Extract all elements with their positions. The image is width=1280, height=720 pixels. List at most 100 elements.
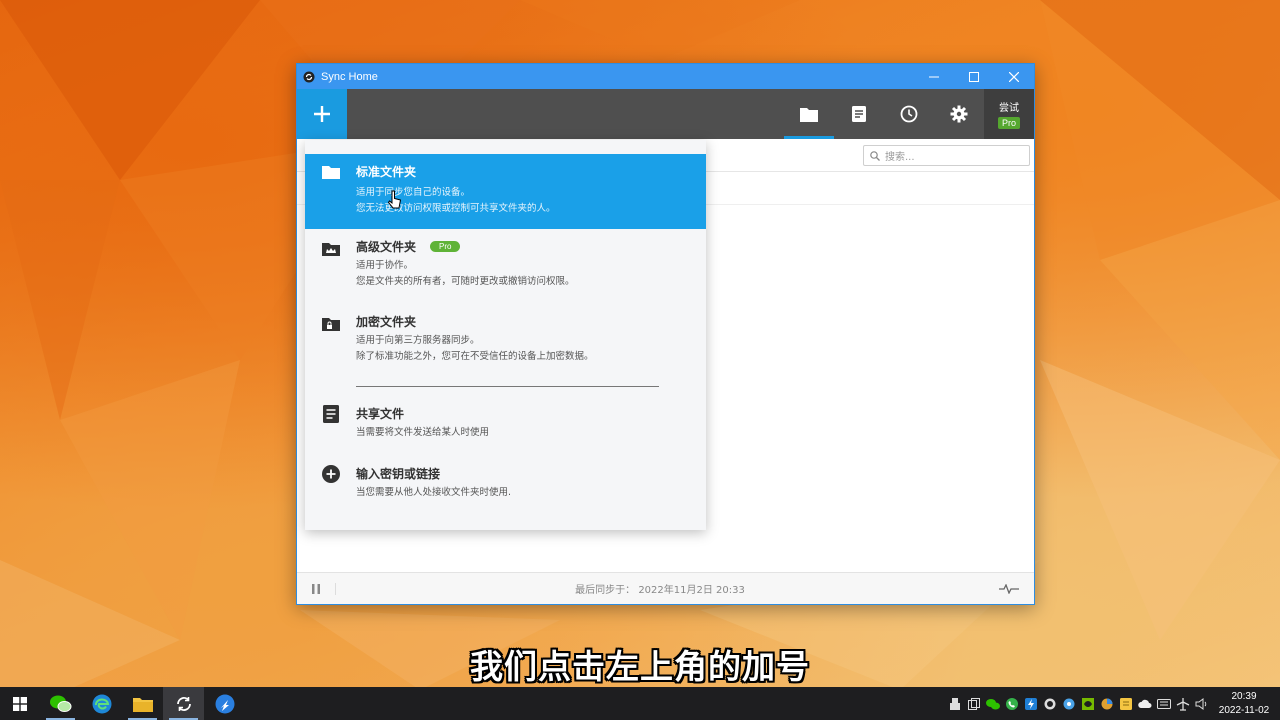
lightning-icon: [1025, 697, 1037, 710]
search-icon: [870, 150, 880, 161]
menu-item-desc: 当需要将文件发送给某人时使用: [356, 427, 490, 438]
trial-label: 尝试: [999, 103, 1019, 114]
tray-item[interactable]: [986, 697, 1000, 711]
video-subtitle: 我们点击左上角的加号: [470, 647, 810, 686]
plus-icon: [314, 106, 330, 122]
menu-item-desc: 适用于向第三方服务器同步。: [356, 335, 480, 346]
menu-item-title: 高级文件夹: [356, 240, 417, 254]
cloud-icon: [1138, 699, 1152, 708]
sync-icon: [176, 696, 191, 711]
taskbar-app-blue[interactable]: [204, 687, 245, 720]
tray-item[interactable]: [1157, 697, 1171, 711]
file-icon: [323, 405, 339, 423]
taskbar-edge[interactable]: [81, 687, 122, 720]
tray-item[interactable]: [1100, 697, 1114, 711]
tab-settings[interactable]: [934, 89, 984, 139]
status-bar: 最后同步于： 2022年11月2日 20:33: [297, 572, 1034, 604]
menu-item-advanced-folder[interactable]: 高级文件夹 Pro 适用于协作。 您是文件夹的所有者，可随时更改或撤销访问权限。: [305, 238, 706, 298]
tab-files[interactable]: [834, 89, 884, 139]
menu-item-desc: 您是文件夹的所有者，可随时更改或撤销访问权限。: [356, 276, 575, 287]
nvidia-icon: [1082, 697, 1094, 710]
tray-item[interactable]: [1005, 697, 1019, 711]
menu-item-title: 加密文件夹: [356, 315, 417, 329]
main-toolbar: 尝试 Pro: [297, 89, 1034, 146]
menu-item-desc: 当您需要从他人处接收文件夹时使用.: [356, 487, 512, 498]
encrypted-folder-icon: [322, 318, 340, 331]
search-input[interactable]: 搜索...: [863, 145, 1030, 166]
close-button[interactable]: [994, 64, 1034, 89]
airplane-icon: [1176, 697, 1190, 711]
tab-history[interactable]: [884, 89, 934, 139]
taskbar-sync-app[interactable]: [163, 687, 204, 720]
phone-icon: [1006, 697, 1018, 710]
window-title: Sync Home: [321, 70, 378, 83]
menu-item-enter-key-or-link[interactable]: 输入密钥或链接 当您需要从他人处接收文件夹时使用.: [305, 465, 706, 505]
tray-item[interactable]: [1062, 697, 1076, 711]
colorful-ball-icon: [1101, 698, 1113, 709]
tray-item[interactable]: [967, 697, 981, 711]
sync-icon: [1044, 698, 1056, 709]
menu-item-desc: 除了标准功能之外，您可在不受信任的设备上加密数据。: [356, 351, 594, 362]
file-explorer-icon: [132, 697, 153, 712]
taskbar: 20:39 2022-11-02: [0, 687, 1280, 720]
menu-item-desc: 适用于同步您自己的设备。: [356, 187, 471, 198]
title-bar: Sync Home: [297, 64, 1034, 89]
tray-item[interactable]: [1119, 697, 1133, 711]
advanced-folder-icon: [322, 243, 340, 256]
add-folder-menu: 标准文件夹 适用于同步您自己的设备。 您无法更改访问权限或控制可共享文件夹的人。…: [305, 140, 706, 530]
tray-item[interactable]: [948, 697, 962, 711]
window-copy-icon: [968, 697, 980, 710]
folder-icon: [800, 108, 818, 122]
activity-pulse-icon: [999, 583, 1019, 594]
volume-icon: [1195, 697, 1207, 710]
pro-badge: Pro: [997, 117, 1020, 129]
tray-item[interactable]: [1081, 697, 1095, 711]
system-clock[interactable]: 20:39 2022-11-02: [1214, 690, 1274, 718]
pause-icon: [312, 583, 320, 594]
keyboard-icon: [1157, 698, 1171, 709]
search-placeholder: 搜索...: [885, 152, 915, 163]
tray-item[interactable]: [1043, 697, 1057, 711]
last-sync-text: 最后同步于： 2022年11月2日 20:33: [575, 585, 745, 596]
usb-icon: [950, 697, 960, 710]
close-icon: [1009, 71, 1019, 82]
menu-item-title: 共享文件: [356, 407, 405, 421]
trial-pro-button[interactable]: 尝试 Pro: [984, 89, 1034, 139]
clock-date: 2022-11-02: [1218, 704, 1270, 716]
clock-icon: [900, 105, 918, 123]
wechat-icon: [49, 695, 71, 712]
tray-item[interactable]: [1176, 697, 1190, 711]
system-tray: 20:39 2022-11-02: [948, 690, 1280, 718]
maximize-button[interactable]: [954, 64, 994, 89]
pause-button[interactable]: [297, 583, 335, 594]
activity-button[interactable]: [984, 583, 1034, 594]
add-circle-icon: [322, 465, 340, 483]
pro-badge: Pro: [430, 241, 461, 252]
add-button[interactable]: [297, 89, 347, 146]
blue-app-icon: [215, 694, 234, 713]
tray-item[interactable]: [1138, 697, 1152, 711]
windows-logo-icon: [13, 696, 27, 711]
start-button[interactable]: [0, 687, 40, 720]
tab-folders[interactable]: [784, 89, 834, 139]
menu-item-standard-folder[interactable]: 标准文件夹 适用于同步您自己的设备。 您无法更改访问权限或控制可共享文件夹的人。: [305, 154, 706, 229]
settings-tray-icon: [1063, 698, 1075, 709]
document-icon: [852, 106, 866, 122]
folder-icon: [322, 166, 340, 179]
clock-time: 20:39: [1231, 690, 1257, 702]
taskbar-file-explorer[interactable]: [122, 687, 163, 720]
menu-item-share-file[interactable]: 共享文件 当需要将文件发送给某人时使用: [305, 405, 706, 445]
wechat-icon: [986, 698, 1000, 709]
menu-divider: [356, 386, 659, 387]
minimize-button[interactable]: [914, 64, 954, 89]
menu-item-desc: 适用于协作。: [356, 260, 414, 271]
note-icon: [1120, 697, 1132, 710]
edge-browser-icon: [92, 694, 111, 713]
app-logo-icon: [303, 71, 315, 82]
taskbar-wechat[interactable]: [40, 687, 81, 720]
menu-item-encrypted-folder[interactable]: 加密文件夹 适用于向第三方服务器同步。 除了标准功能之外，您可在不受信任的设备上…: [305, 313, 706, 373]
gear-icon: [950, 105, 968, 123]
tray-item[interactable]: [1195, 697, 1209, 711]
tray-item[interactable]: [1024, 697, 1038, 711]
maximize-icon: [969, 71, 979, 82]
